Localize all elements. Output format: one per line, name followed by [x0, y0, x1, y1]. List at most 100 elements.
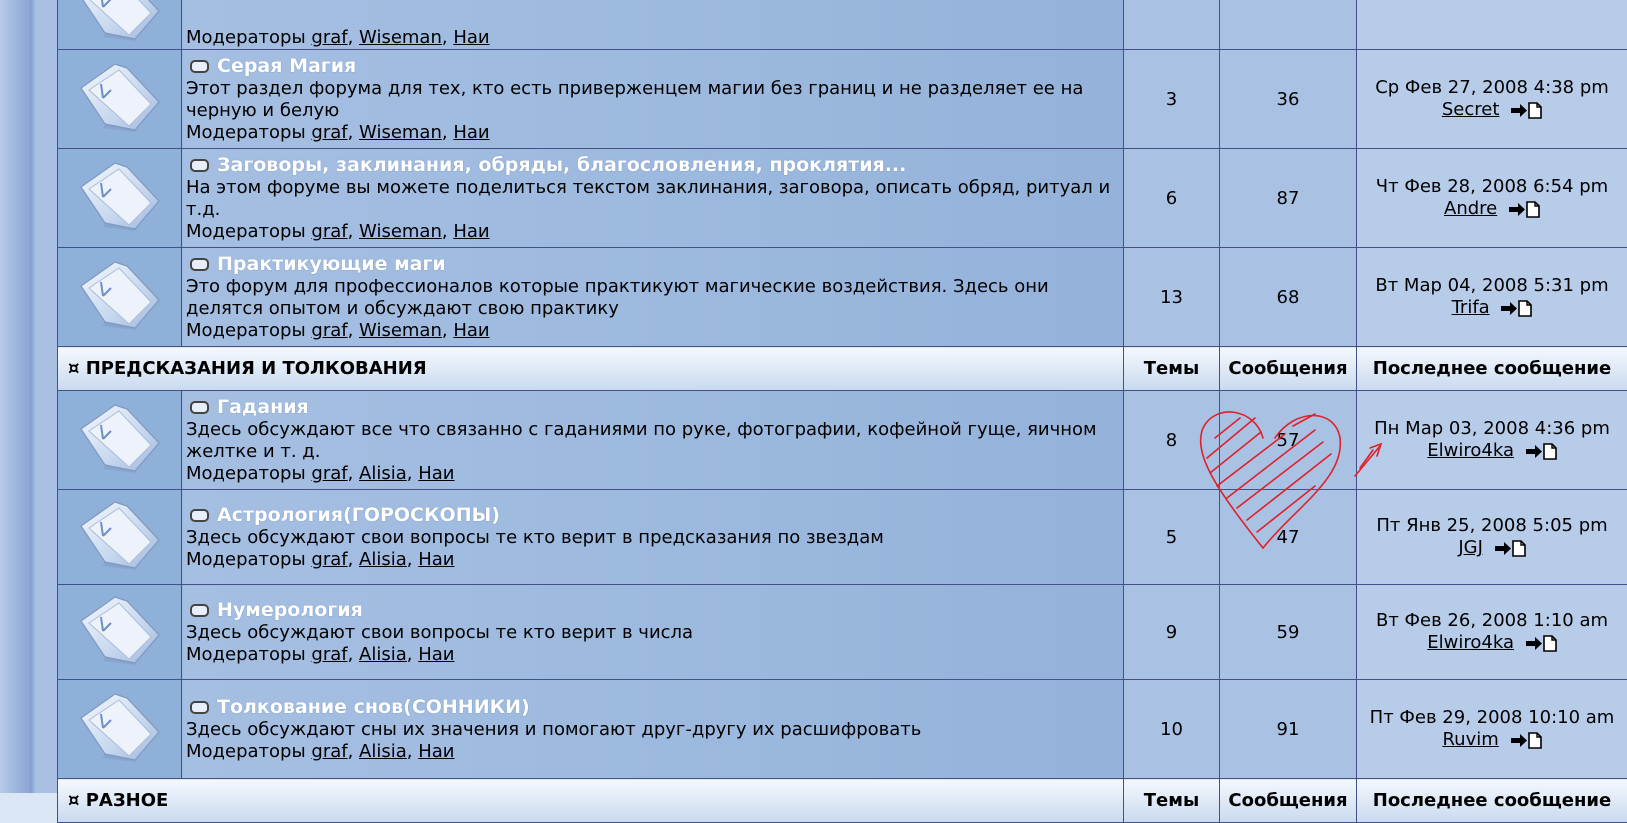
- moderators-list: graf, Alisia, Наи: [311, 741, 454, 762]
- folder-icon: [75, 256, 165, 334]
- moderator-link[interactable]: Наи: [418, 741, 454, 762]
- last-post-cell: Вт Фев 26, 2008 1:10 am Elwiro4ka: [1357, 585, 1627, 680]
- posts-count: 59: [1220, 585, 1357, 680]
- forum-row: Серая Магия Этот раздел форума для тех, …: [58, 50, 1627, 149]
- last-post-date: Пт Янв 25, 2008 5:05 pm: [1376, 515, 1607, 536]
- moderator-link[interactable]: graf: [311, 463, 347, 484]
- moderator-link[interactable]: Wiseman: [359, 320, 442, 341]
- moderator-link[interactable]: Alisia: [359, 741, 407, 762]
- moderators-line: Модераторы graf, Alisia, Наи: [186, 549, 455, 570]
- posts-count: 68: [1220, 248, 1357, 347]
- last-post-user-link[interactable]: Andre: [1444, 198, 1497, 219]
- moderator-link[interactable]: graf: [311, 549, 347, 570]
- forum-description: Здесь обсуждают сны их значения и помога…: [186, 719, 1119, 741]
- moderator-link[interactable]: Наи: [418, 549, 454, 570]
- goto-last-post-icon[interactable]: [1525, 443, 1557, 460]
- moderator-link[interactable]: graf: [311, 741, 347, 762]
- moderator-link[interactable]: graf: [311, 644, 347, 665]
- moderator-link[interactable]: Наи: [453, 27, 489, 48]
- forum-title-link[interactable]: Толкование снов(СОННИКИ): [217, 696, 530, 718]
- bullet-icon: [190, 701, 209, 714]
- moderators-line: Модераторы graf, Alisia, Наи: [186, 463, 455, 484]
- topics-count: 5: [1124, 490, 1220, 585]
- topics-count: 13: [1124, 248, 1220, 347]
- folder-icon: [75, 157, 165, 235]
- topics-count: [1124, 0, 1220, 50]
- forum-row: Гадания Здесь обсуждают все что связанно…: [58, 391, 1627, 490]
- forum-title-link[interactable]: Нумерология: [217, 599, 363, 621]
- forum-title-link[interactable]: Серая Магия: [217, 55, 356, 77]
- category-name: ПРЕДСКАЗАНИЯ И ТОЛКОВАНИЯ: [86, 358, 427, 379]
- category-title[interactable]: ¤ РАЗНОЕ: [58, 779, 1124, 823]
- goto-last-post-icon[interactable]: [1510, 102, 1542, 119]
- last-post-date: Пн Мар 03, 2008 4:36 pm: [1374, 418, 1610, 439]
- moderator-link[interactable]: Наи: [453, 320, 489, 341]
- last-post-user-link[interactable]: Secret: [1442, 99, 1500, 120]
- forum-title-link[interactable]: Гадания: [217, 396, 309, 418]
- last-post-user-link[interactable]: Elwiro4ka: [1427, 440, 1514, 461]
- moderator-link[interactable]: graf: [311, 221, 347, 242]
- forum-description: Здесь обсуждают свои вопросы те кто вери…: [186, 622, 1119, 644]
- forum-title-line: Толкование снов(СОННИКИ): [186, 695, 1119, 719]
- last-post-user-link[interactable]: Elwiro4ka: [1427, 632, 1514, 653]
- moderator-link[interactable]: Wiseman: [359, 27, 442, 48]
- moderator-link[interactable]: Наи: [453, 122, 489, 143]
- last-post-cell: Ср Фев 27, 2008 4:38 pm Secret: [1357, 50, 1627, 149]
- goto-last-post-icon[interactable]: [1508, 201, 1540, 218]
- forum-icon-cell: [58, 0, 182, 50]
- moderator-link[interactable]: Wiseman: [359, 221, 442, 242]
- moderator-link[interactable]: Наи: [453, 221, 489, 242]
- moderator-link[interactable]: Alisia: [359, 644, 407, 665]
- moderators-line: Модераторы graf, Alisia, Наи: [186, 644, 455, 665]
- goto-last-post-icon[interactable]: [1525, 635, 1557, 652]
- topics-count: 3: [1124, 50, 1220, 149]
- folder-icon: [75, 591, 165, 669]
- forum-title-line: Нумерология: [186, 598, 1119, 622]
- forum-info-cell: Нумерология Здесь обсуждают свои вопросы…: [182, 585, 1124, 680]
- moderator-link[interactable]: graf: [311, 320, 347, 341]
- moderator-link[interactable]: Наи: [418, 644, 454, 665]
- goto-last-post-icon[interactable]: [1510, 732, 1542, 749]
- category-title[interactable]: ¤ ПРЕДСКАЗАНИЯ И ТОЛКОВАНИЯ: [58, 347, 1124, 391]
- forum-info-cell: Модераторы graf, Wiseman, Наи: [182, 0, 1124, 50]
- col-header-posts: Сообщения: [1220, 779, 1357, 823]
- bullet-icon: [190, 509, 209, 522]
- moderators-label: Модераторы: [186, 27, 306, 48]
- last-post-cell: Вт Мар 04, 2008 5:31 pm Trifa: [1357, 248, 1627, 347]
- forum-icon-cell: [58, 490, 182, 585]
- window-left-edge: [0, 0, 30, 793]
- goto-last-post-icon[interactable]: [1500, 300, 1532, 317]
- forum-title-line: Серая Магия: [186, 54, 1119, 78]
- moderators-list: graf, Alisia, Наи: [311, 463, 454, 484]
- bullet-icon: [190, 401, 209, 414]
- forum-title-line: Заговоры, заклинания, обряды, благословл…: [186, 153, 1119, 177]
- bullet-icon: [190, 258, 209, 271]
- moderator-link[interactable]: Wiseman: [359, 122, 442, 143]
- goto-last-post-icon[interactable]: [1494, 540, 1526, 557]
- forum-description: На этом форуме вы можете поделиться текс…: [186, 177, 1119, 221]
- moderators-list: graf, Alisia, Наи: [311, 644, 454, 665]
- moderators-list: graf, Wiseman, Наи: [311, 221, 489, 242]
- forum-icon-cell: [58, 248, 182, 347]
- col-header-posts: Сообщения: [1220, 347, 1357, 391]
- moderator-link[interactable]: Наи: [418, 463, 454, 484]
- last-post-user-link[interactable]: Trifa: [1452, 297, 1490, 318]
- folder-icon: [75, 399, 165, 477]
- forum-title-link[interactable]: Практикующие маги: [217, 253, 446, 275]
- moderator-link[interactable]: Alisia: [359, 549, 407, 570]
- moderator-link[interactable]: Alisia: [359, 463, 407, 484]
- moderator-link[interactable]: graf: [311, 122, 347, 143]
- moderators-label: Модераторы: [186, 644, 306, 665]
- forum-row: Нумерология Здесь обсуждают свои вопросы…: [58, 585, 1627, 680]
- forum-icon-cell: [58, 391, 182, 490]
- forum-title-link[interactable]: Заговоры, заклинания, обряды, благословл…: [217, 154, 906, 176]
- last-post-user-link[interactable]: JGJ: [1458, 537, 1483, 558]
- moderator-link[interactable]: graf: [311, 27, 347, 48]
- forum-title-link[interactable]: Астрология(ГОРОСКОПЫ): [217, 504, 500, 526]
- last-post-user-link[interactable]: Ruvim: [1442, 729, 1498, 750]
- forum-description: Здесь обсуждают все что связанно с гадан…: [186, 419, 1119, 463]
- folder-icon: [75, 496, 165, 574]
- last-post-date: Пт Фев 29, 2008 10:10 am: [1370, 707, 1615, 728]
- topics-count: 6: [1124, 149, 1220, 248]
- last-post-cell: Пт Фев 29, 2008 10:10 am Ruvim: [1357, 680, 1627, 779]
